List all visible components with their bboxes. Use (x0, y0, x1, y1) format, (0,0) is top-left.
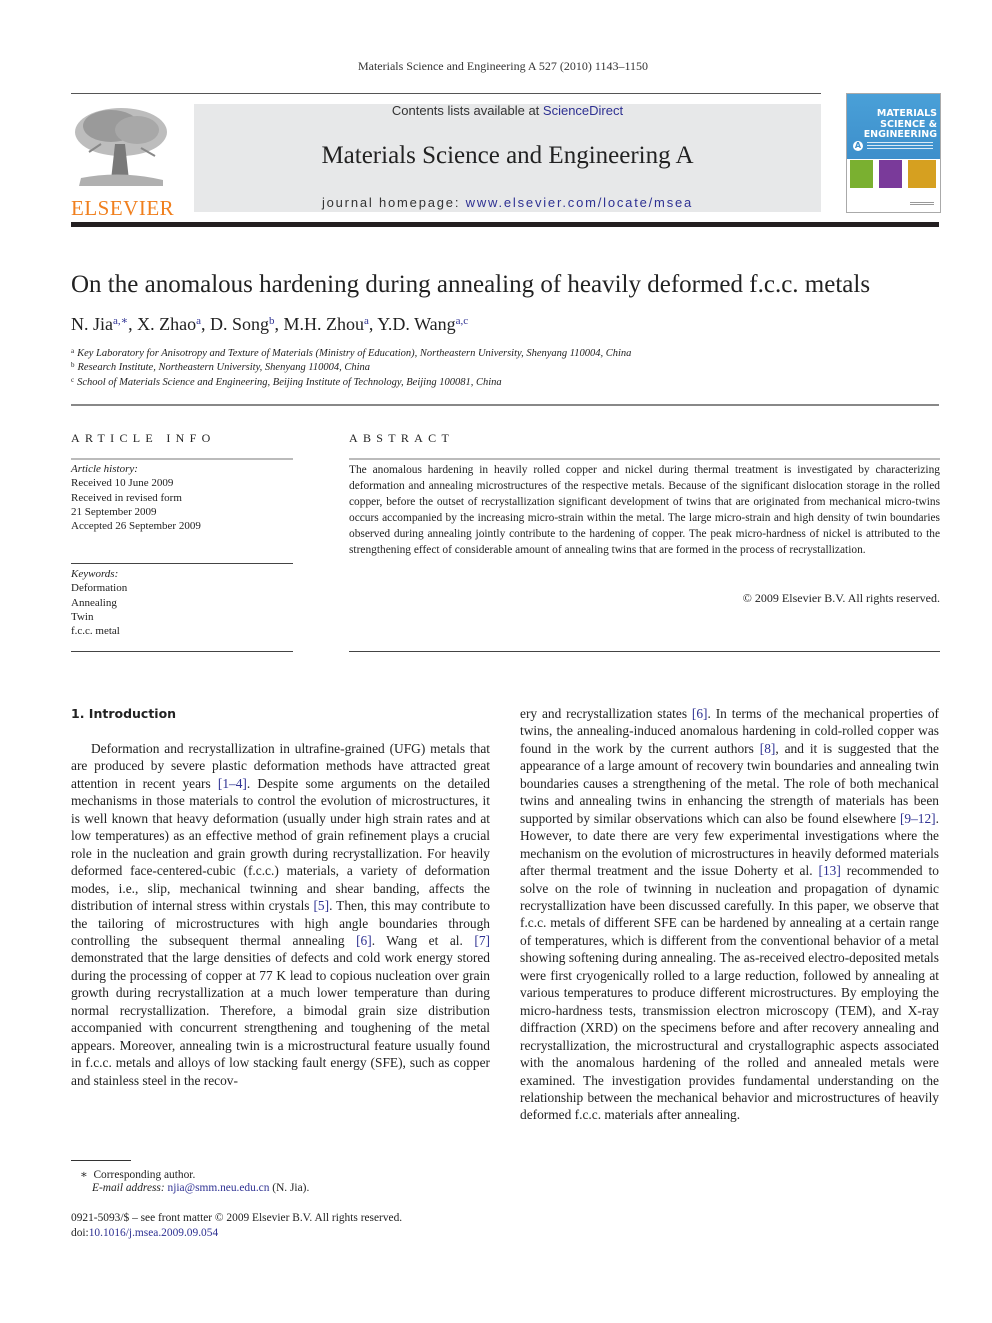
email-label: E-mail address: (92, 1182, 168, 1194)
author-affiliation-mark[interactable]: a,∗ (113, 315, 128, 327)
journal-banner: Contents lists available at ScienceDirec… (194, 104, 821, 212)
affiliation-mark: a (71, 347, 75, 355)
contents-line: Contents lists available at ScienceDirec… (194, 104, 821, 118)
author-affiliation-mark[interactable]: a,c (456, 315, 469, 327)
email-suffix: (N. Jia). (269, 1182, 310, 1194)
affiliation-text: School of Materials Science and Engineer… (77, 377, 502, 388)
citation-link[interactable]: [13] (819, 863, 841, 878)
homepage-line: journal homepage: www.elsevier.com/locat… (194, 195, 821, 210)
keywords-label: Keywords: (71, 568, 119, 580)
journal-title: Materials Science and Engineering A (321, 142, 694, 169)
cover-title: MATERIALS SCIENCE & ENGINEERING (849, 108, 937, 141)
author-name: N. Jia (71, 314, 113, 334)
email-footnote: E-mail address: njia@smm.neu.edu.cn (N. … (92, 1182, 309, 1194)
author-affiliation-mark[interactable]: b (269, 315, 275, 327)
section-rule (71, 404, 939, 406)
history-item: Accepted 26 September 2009 (71, 520, 201, 533)
cover-title-line: MATERIALS (876, 108, 937, 119)
author-name: Y.D. Wang (377, 314, 456, 334)
footnote-rule (71, 1160, 131, 1161)
homepage-prefix: journal homepage: (321, 195, 466, 210)
issn-line: 0921-5093/$ – see front matter © 2009 El… (71, 1212, 403, 1224)
history-item: 21 September 2009 (71, 505, 157, 518)
keyword: Twin (71, 610, 94, 623)
article-info-rule (71, 458, 293, 460)
email-link[interactable]: njia@smm.neu.edu.cn (168, 1182, 270, 1194)
corresponding-footnote: ∗ Corresponding author. (80, 1167, 195, 1181)
article-history: Article history: Received 10 June 2009 R… (71, 462, 293, 533)
citation-link[interactable]: [5] (313, 898, 329, 913)
affiliation-c: c School of Materials Science and Enginee… (71, 376, 502, 388)
footnote-star: ∗ (80, 1169, 88, 1181)
author-name: D. Song (209, 314, 269, 334)
body-column-right: ery and recrystallization states [6]. In… (520, 705, 939, 1124)
keyword: f.c.c. metal (71, 625, 120, 638)
contents-prefix: Contents lists available at (391, 103, 543, 118)
cover-subtitle (867, 142, 933, 150)
citation-link[interactable]: [7] (474, 933, 490, 948)
abstract-copyright: © 2009 Elsevier B.V. All rights reserved… (742, 591, 940, 605)
corresponding-author-label: Corresponding author. (93, 1169, 196, 1181)
author-affiliation-mark[interactable]: a (196, 315, 201, 327)
masthead-rule (71, 222, 939, 227)
author-affiliation-mark[interactable]: a (364, 315, 369, 327)
header-rule (71, 93, 821, 94)
author-name: M.H. Zhou (283, 314, 365, 334)
section-heading-introduction: 1. Introduction (71, 706, 177, 721)
paragraph: Deformation and recrystallization in ult… (71, 741, 490, 1088)
citation-link[interactable]: [1–4] (218, 776, 247, 791)
publisher-logo-text: ELSEVIER (71, 196, 175, 220)
paragraph: ery and recrystallization states [6]. In… (520, 706, 939, 1123)
keywords-rule (71, 563, 293, 564)
abstract-text: The anomalous hardening in heavily rolle… (349, 464, 940, 557)
history-label: Article history: (71, 463, 138, 475)
affiliation-mark: c (71, 376, 75, 384)
sciencedirect-link[interactable]: ScienceDirect (543, 103, 623, 118)
journal-cover[interactable]: MATERIALS SCIENCE & ENGINEERING A (846, 93, 941, 213)
affiliation-a: a Key Laboratory for Anisotropy and Textu… (71, 347, 631, 359)
article-info-heading: ARTICLE INFO (71, 431, 216, 445)
body-column-left: Deformation and recrystallization in ult… (71, 740, 490, 1089)
homepage-link[interactable]: www.elsevier.com/locate/msea (466, 195, 693, 210)
doi-link[interactable]: 10.1016/j.msea.2009.09.054 (89, 1227, 218, 1239)
cover-image-gold (908, 160, 936, 188)
history-item: Received in revised form (71, 491, 182, 504)
cover-image-purple (879, 160, 902, 188)
author-list: N. Jiaa,∗, X. Zhaoa, D. Songb, M.H. Zhou… (71, 314, 469, 334)
tree-icon (71, 104, 172, 190)
article-title: On the anomalous hardening during anneal… (71, 271, 871, 298)
cover-title-line: ENGINEERING (863, 129, 937, 140)
history-item: Received 10 June 2009 (71, 477, 174, 490)
keywords: Keywords: Deformation Annealing Twin f.c… (71, 567, 293, 638)
abstract-heading: ABSTRACT (349, 431, 455, 445)
citation-link[interactable]: [6] (356, 933, 372, 948)
elsevier-logo[interactable]: ELSEVIER (71, 104, 174, 219)
keyword: Deformation (71, 582, 128, 595)
citation-link[interactable]: [9–12] (900, 811, 936, 826)
affiliation-b: b Research Institute, Northeastern Univer… (71, 361, 370, 373)
cover-footer (910, 202, 934, 206)
cover-badge: A (853, 141, 863, 151)
abstract-rule (349, 458, 940, 460)
doi-line: doi:10.1016/j.msea.2009.09.054 (71, 1227, 218, 1239)
citation-link[interactable]: [8] (760, 741, 776, 756)
cover-image-green (850, 160, 873, 188)
running-head: Materials Science and Engineering A 527 … (357, 59, 649, 73)
citation-link[interactable]: [6] (692, 706, 708, 721)
keyword: Annealing (71, 596, 117, 609)
author-name: X. Zhao (137, 314, 197, 334)
abstract-end-rule (349, 651, 940, 652)
keywords-end-rule (71, 651, 293, 652)
doi-label: doi: (71, 1227, 89, 1239)
affiliation-text: Key Laboratory for Anisotropy and Textur… (77, 348, 632, 359)
affiliation-mark: b (71, 361, 75, 369)
affiliation-text: Research Institute, Northeastern Univers… (77, 362, 371, 373)
